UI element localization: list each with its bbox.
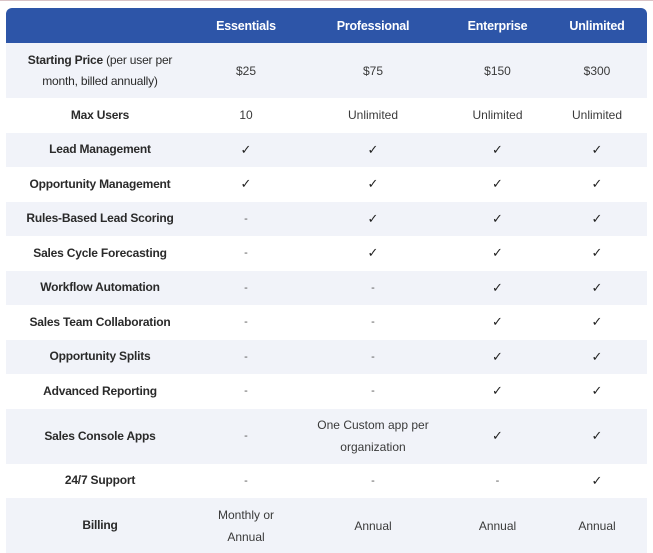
not-included-dash: - bbox=[371, 316, 375, 329]
check-icon: ✓ bbox=[492, 176, 503, 192]
plan-value-professional: Annual bbox=[354, 518, 392, 533]
check-icon: ✓ bbox=[240, 141, 252, 157]
feature-name: Advanced Reporting bbox=[43, 383, 157, 398]
feature-name: Lead Management bbox=[49, 142, 151, 157]
feature-label: Sales Console Apps bbox=[6, 409, 194, 464]
check-icon: ✓ bbox=[591, 141, 603, 157]
check-icon: ✓ bbox=[591, 314, 603, 330]
feature-label: Opportunity Splits bbox=[6, 340, 194, 375]
not-included-dash: - bbox=[244, 212, 248, 225]
check-icon: ✓ bbox=[492, 314, 503, 330]
table-row: Billing Monthly or Annual Annual Annual Annu… bbox=[6, 498, 647, 553]
check-icon: ✓ bbox=[492, 348, 503, 364]
check-icon: ✓ bbox=[492, 279, 503, 295]
not-included-dash: - bbox=[244, 247, 248, 260]
table-row: Workflow Automation - - ✓ ✓ bbox=[6, 270, 647, 306]
feature-label: Lead Management bbox=[6, 133, 194, 168]
check-icon: ✓ bbox=[367, 176, 379, 192]
table-row: Starting Price (per user per month, bill… bbox=[6, 43, 647, 98]
not-included-dash: - bbox=[371, 281, 375, 294]
feature-name: 24/7 Support bbox=[64, 473, 136, 488]
not-included-dash: - bbox=[244, 430, 248, 442]
plan-value-essentials: 10 bbox=[239, 108, 253, 123]
feature-label: Max Users bbox=[6, 98, 194, 133]
table-row: Sales Console Apps - One Custom app per or… bbox=[6, 408, 647, 464]
feature-name: Rules-Based Lead Scoring bbox=[26, 211, 174, 226]
feature-name: Billing bbox=[82, 518, 118, 532]
feature-name: Sales Cycle Forecasting bbox=[33, 245, 167, 260]
feature-name: Sales Team Collaboration bbox=[29, 314, 171, 329]
plan-value-enterprise: Unlimited bbox=[472, 108, 523, 123]
check-icon: ✓ bbox=[591, 176, 603, 192]
plan-value-enterprise: $150 bbox=[484, 63, 511, 78]
feature-name: Workflow Automation bbox=[40, 280, 160, 295]
header-plan-professional: Professional bbox=[336, 18, 410, 33]
feature-label: Starting Price (per user per month, bill… bbox=[6, 43, 194, 98]
table-row: Opportunity Management ✓ ✓ ✓ ✓ bbox=[6, 167, 647, 202]
check-icon: ✓ bbox=[367, 245, 379, 261]
feature-label: Billing bbox=[6, 498, 194, 553]
not-included-dash: - bbox=[244, 474, 248, 487]
not-included-dash: - bbox=[495, 474, 500, 487]
check-icon: ✓ bbox=[367, 141, 379, 157]
not-included-dash: - bbox=[244, 350, 248, 363]
header-corner-cell bbox=[6, 8, 194, 43]
check-icon: ✓ bbox=[591, 348, 603, 364]
table-row: Max Users 10 Unlimited Unlimited Unlimited bbox=[6, 98, 647, 133]
check-icon: ✓ bbox=[591, 279, 603, 295]
plan-value-unlimited: $300 bbox=[583, 63, 611, 78]
top-divider bbox=[0, 0, 653, 1]
table-row: Sales Cycle Forecasting - ✓ ✓ ✓ bbox=[6, 236, 647, 271]
feature-label: Rules-Based Lead Scoring bbox=[6, 202, 194, 237]
check-icon: ✓ bbox=[591, 210, 603, 226]
not-included-dash: - bbox=[371, 385, 375, 398]
check-icon: ✓ bbox=[492, 428, 503, 443]
feature-label: Sales Cycle Forecasting bbox=[6, 236, 194, 271]
header-plan-enterprise: Enterprise bbox=[467, 18, 528, 33]
feature-label: Advanced Reporting bbox=[6, 374, 194, 409]
not-included-dash: - bbox=[244, 316, 248, 329]
check-icon: ✓ bbox=[492, 383, 503, 399]
feature-name: Opportunity Management bbox=[29, 176, 171, 191]
header-plan-essentials: Essentials bbox=[216, 18, 276, 33]
feature-label: Sales Team Collaboration bbox=[6, 305, 194, 340]
table-header-row: Essentials Professional Enterprise Unlim… bbox=[6, 8, 647, 43]
check-icon: ✓ bbox=[591, 245, 603, 261]
plan-value-professional: One Custom app per organization bbox=[317, 418, 429, 454]
check-icon: ✓ bbox=[591, 472, 603, 488]
pricing-comparison-table: Essentials Professional Enterprise Unlim… bbox=[6, 8, 647, 553]
check-icon: ✓ bbox=[240, 176, 252, 192]
check-icon: ✓ bbox=[367, 210, 379, 226]
table-row: Sales Team Collaboration - - ✓ ✓ bbox=[6, 305, 647, 340]
plan-value-professional: $75 bbox=[362, 63, 384, 78]
feature-name: Sales Console Apps bbox=[44, 428, 156, 443]
feature-label: Opportunity Management bbox=[6, 167, 194, 202]
table-row: Lead Management ✓ ✓ ✓ ✓ bbox=[6, 132, 647, 168]
feature-label: 24/7 Support bbox=[6, 464, 194, 499]
feature-name: Starting Price bbox=[27, 52, 103, 67]
not-included-dash: - bbox=[244, 281, 248, 294]
not-included-dash: - bbox=[244, 385, 248, 398]
not-included-dash: - bbox=[371, 474, 375, 487]
plan-value-unlimited: Annual bbox=[578, 518, 616, 533]
table-row: 24/7 Support - - - ✓ bbox=[6, 464, 647, 499]
check-icon: ✓ bbox=[492, 210, 503, 226]
plan-value-essentials: $25 bbox=[235, 63, 257, 78]
feature-label: Workflow Automation bbox=[6, 271, 194, 306]
check-icon: ✓ bbox=[492, 141, 503, 157]
feature-name: Opportunity Splits bbox=[49, 349, 151, 364]
feature-name: Max Users bbox=[70, 107, 130, 122]
check-icon: ✓ bbox=[591, 383, 603, 399]
table-row: Rules-Based Lead Scoring - ✓ ✓ ✓ bbox=[6, 201, 647, 237]
table-row: Advanced Reporting - - ✓ ✓ bbox=[6, 374, 647, 409]
plan-value-unlimited: Unlimited bbox=[571, 108, 622, 123]
check-icon: ✓ bbox=[492, 245, 503, 261]
check-icon: ✓ bbox=[591, 428, 603, 443]
not-included-dash: - bbox=[371, 350, 375, 363]
header-plan-unlimited: Unlimited bbox=[569, 18, 625, 33]
plan-value-enterprise: Annual bbox=[478, 518, 517, 533]
plan-value-essentials: Monthly or Annual bbox=[217, 507, 275, 544]
table-row: Opportunity Splits - - ✓ ✓ bbox=[6, 339, 647, 375]
plan-value-professional: Unlimited bbox=[347, 108, 398, 123]
